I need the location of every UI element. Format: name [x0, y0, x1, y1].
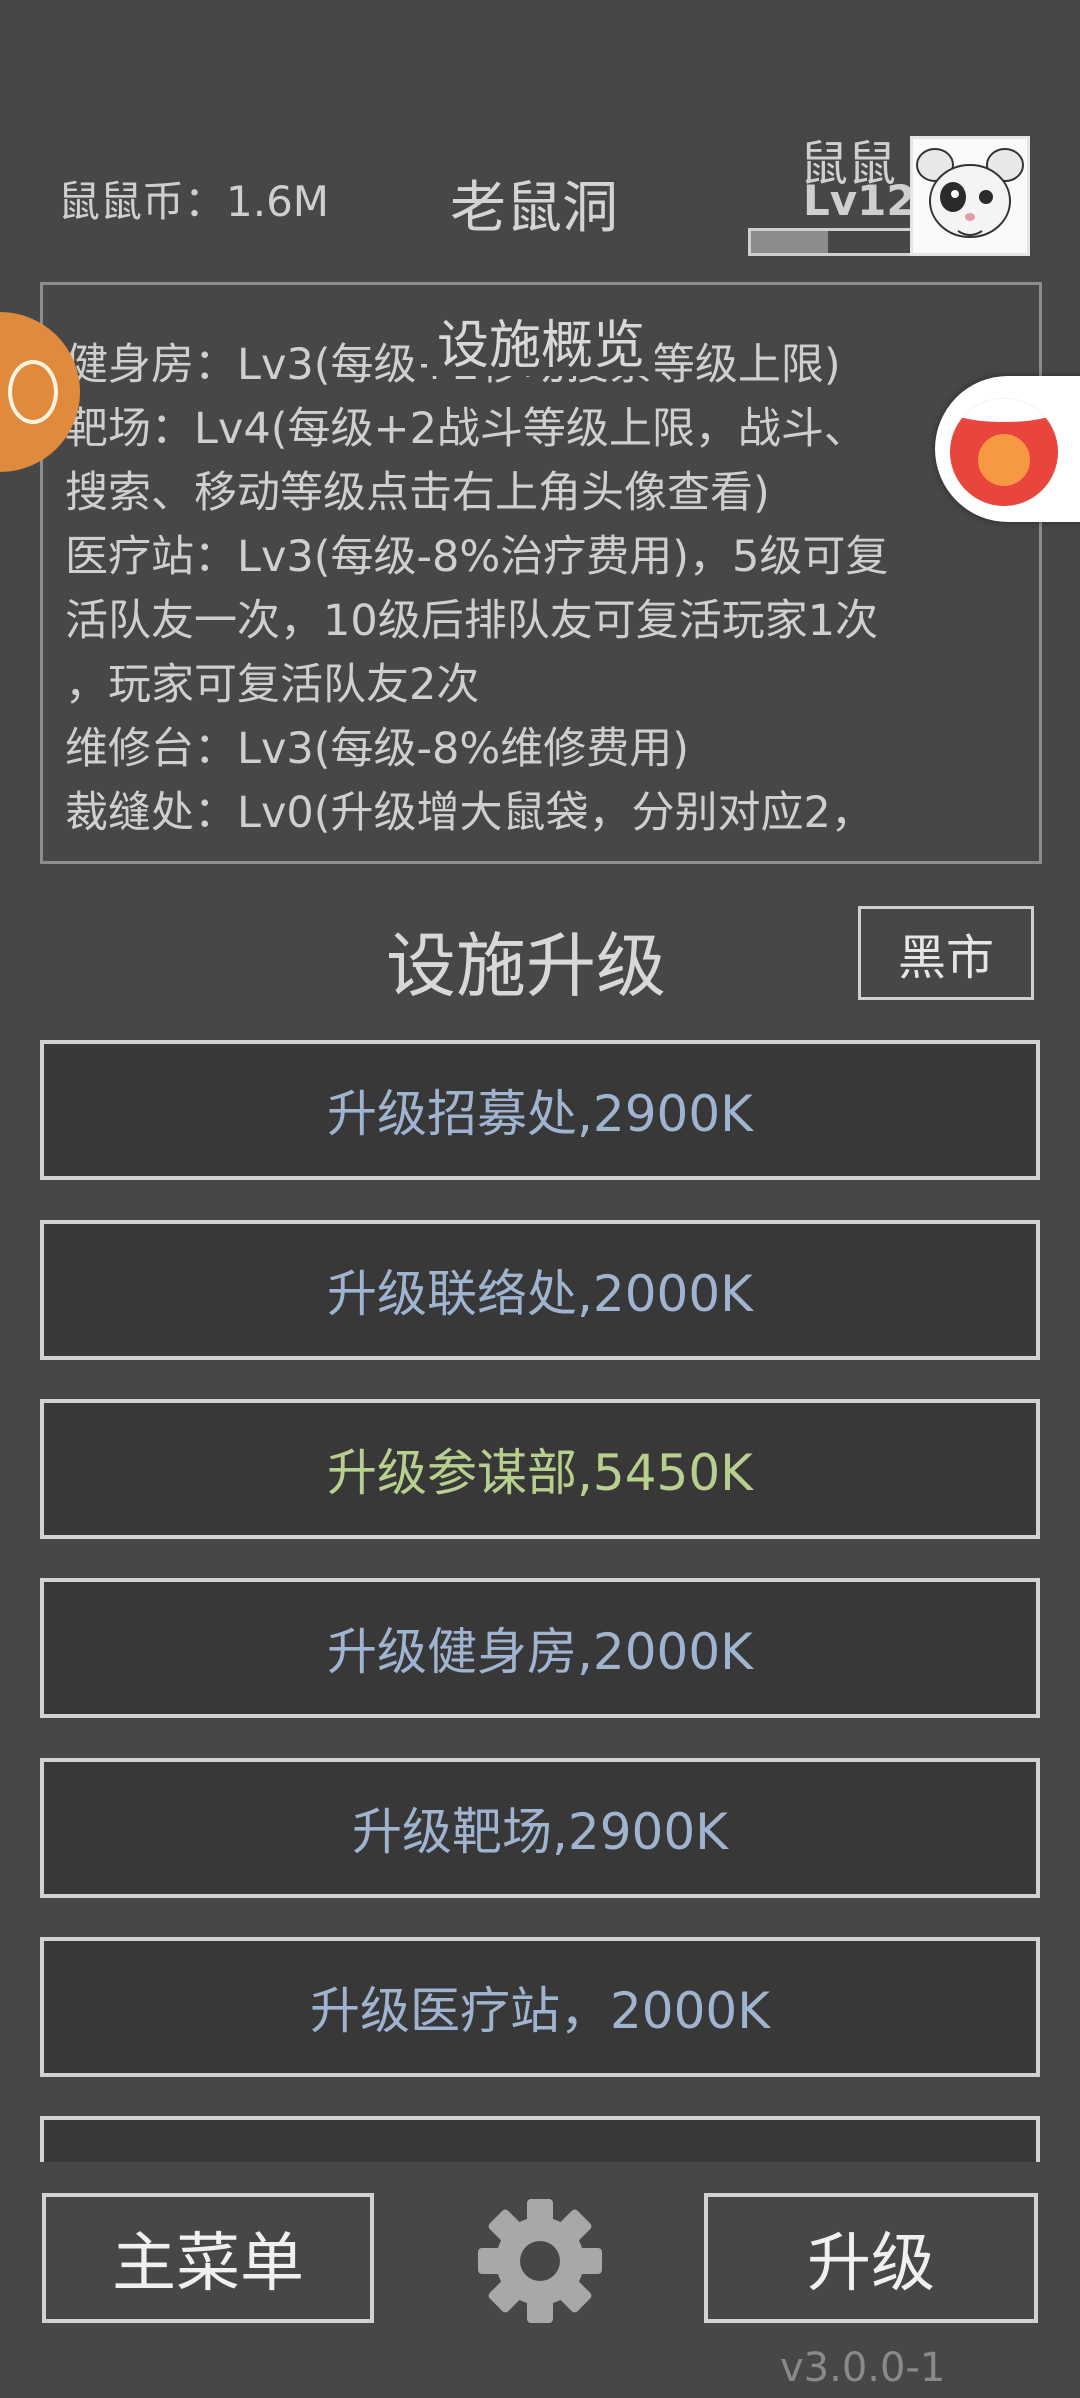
- gear-icon[interactable]: [474, 2195, 606, 2327]
- tomato-float-icon[interactable]: [935, 376, 1080, 522]
- upgrade-list[interactable]: 升级招募处,2900K 升级联络处,2000K 升级参谋部,5450K 升级健身…: [40, 1040, 1040, 2162]
- version-label: v3.0.0-1: [780, 2345, 946, 2391]
- coin-balance: 鼠鼠币：1.6M: [58, 177, 330, 226]
- upgrade-recruit-button[interactable]: 升级招募处,2900K: [40, 1040, 1040, 1180]
- xp-progress-bar: [748, 228, 914, 256]
- mouse-avatar-icon: [916, 148, 1024, 238]
- avatar[interactable]: [910, 136, 1030, 256]
- user-level: Lv12: [803, 176, 916, 225]
- main-menu-button[interactable]: 主菜单: [42, 2193, 374, 2323]
- upgrade-section-title: 设施升级: [386, 925, 666, 1007]
- overview-text: 健身房：Lv3(每级+2移动搜索等级上限) 靶场：Lv4(每级+2战斗等级上限，…: [65, 340, 889, 838]
- black-market-button[interactable]: 黑市: [858, 906, 1034, 1000]
- upgrade-staff-button[interactable]: 升级参谋部,5450K: [40, 1399, 1040, 1539]
- upgrade-next-button[interactable]: [40, 2116, 1040, 2162]
- overview-title: 设施概览: [426, 316, 655, 376]
- facility-overview-panel[interactable]: 设施概览 健身房：Lv3(每级+2移动搜索等级上限) 靶场：Lv4(每级+2战斗…: [40, 282, 1042, 864]
- upgrade-liaison-button[interactable]: 升级联络处,2000K: [40, 1220, 1040, 1360]
- upgrade-button[interactable]: 升级: [704, 2193, 1038, 2323]
- page-title: 老鼠洞: [450, 176, 618, 241]
- upgrade-range-button[interactable]: 升级靶场,2900K: [40, 1758, 1040, 1898]
- upgrade-gym-button[interactable]: 升级健身房,2000K: [40, 1578, 1040, 1718]
- upgrade-medical-button[interactable]: 升级医疗站，2000K: [40, 1937, 1040, 2077]
- xp-progress-fill: [751, 231, 828, 253]
